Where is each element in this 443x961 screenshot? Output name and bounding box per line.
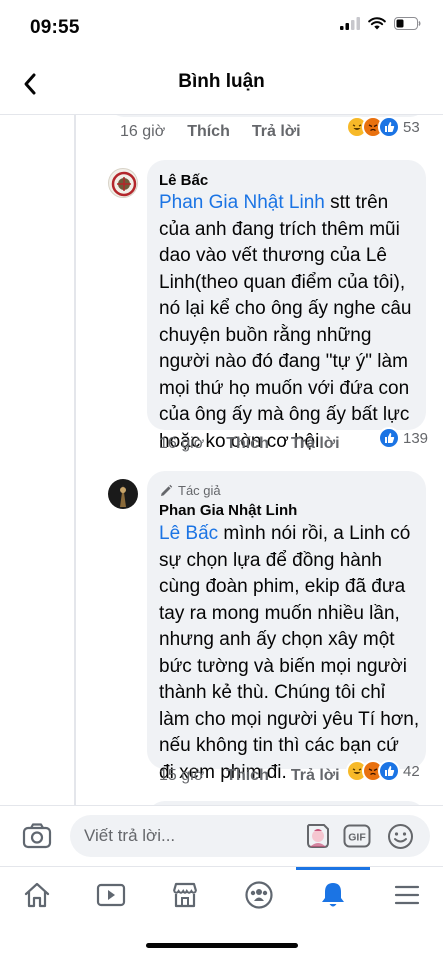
avatar[interactable] [108,168,138,198]
avatar[interactable] [108,479,138,509]
comment-text: Lê Bấc mình nói rồi, a Linh có sự chọn l… [159,521,421,786]
comment-author[interactable]: Phan Gia Nhật Linh [159,502,297,519]
like-reaction-icon [378,427,400,449]
comment-time: 16 giờ [159,435,205,452]
status-time: 09:55 [30,17,80,38]
reaction-count: 53 [403,118,420,136]
like-reaction-icon [378,116,400,138]
comment-reactions[interactable]: 139 [378,427,428,449]
comment-time: 15 giờ [159,767,205,784]
marketplace-icon [172,882,198,908]
page-title: Bình luận [178,71,265,92]
comment-reactions[interactable]: 42 [346,760,420,782]
status-bar: 09:55 [0,0,443,54]
tab-home[interactable] [0,867,74,923]
groups-icon [245,881,273,909]
reply-button[interactable]: Trả lời [291,435,340,453]
tab-watch[interactable] [74,867,148,923]
author-badge-label: Tác giả [178,483,221,498]
prev-comment-actions: 16 giờ Thích Trả lời [120,123,301,141]
menu-icon [394,885,420,905]
camera-icon [22,823,52,849]
nav-header: Bình luận [0,54,443,115]
prev-comment-reactions[interactable]: 53 [346,116,420,138]
reaction-count: 139 [403,429,429,447]
gif-icon: GIF [343,824,371,848]
status-icons [340,17,421,30]
mention-link[interactable]: Lê Bấc [159,523,218,544]
like-button[interactable]: Thích [226,435,269,453]
like-button[interactable]: Thích [187,123,230,141]
comment-body: stt trên của anh đang trích thêm mũi dao… [159,192,412,452]
comment-actions: 15 giờ Thích Trả lời [159,767,340,785]
reply-input[interactable] [70,815,430,857]
reply-button[interactable]: Trả lời [291,767,340,785]
like-button[interactable]: Thích [226,767,269,785]
pencil-icon [161,484,173,496]
avatar-sticker-button[interactable] [304,821,332,856]
smiley-icon [388,824,413,849]
comment-text: Phan Gia Nhật Linh stt trên của anh đang… [159,190,421,455]
mention-link[interactable]: Phan Gia Nhật Linh [159,192,325,213]
gif-button[interactable]: GIF [343,824,371,853]
notifications-icon [322,883,344,907]
reply-composer: GIF [0,805,443,866]
camera-button[interactable] [22,822,52,855]
like-reaction-icon [378,760,400,782]
comment-list: 16 giờ Thích Trả lời 53 Lê Bấc Phan Gia … [0,115,443,805]
comment-body: mình nói rồi, a Linh có sự chọn lựa để đ… [159,523,420,783]
emoji-button[interactable] [387,823,414,855]
home-indicator [146,943,298,948]
author-badge: Tác giả [159,483,221,498]
tab-menu[interactable] [370,867,443,923]
comment-author[interactable]: Lê Bấc [159,172,208,189]
reaction-count: 42 [403,762,420,780]
wifi-icon [368,17,386,30]
comment-time: 16 giờ [120,123,166,140]
battery-icon [394,17,421,30]
avatar-sticker-icon [307,824,329,848]
thread-line [74,115,76,805]
reply-button[interactable]: Trả lời [252,123,301,141]
signal-icon [340,17,360,30]
comment-actions: 16 giờ Thích Trả lời [159,435,340,453]
tab-groups[interactable] [222,867,296,923]
watch-icon [96,883,126,907]
home-icon [24,882,50,908]
svg-text:GIF: GIF [348,832,366,844]
tab-notifications[interactable] [296,867,370,923]
tab-marketplace[interactable] [148,867,222,923]
